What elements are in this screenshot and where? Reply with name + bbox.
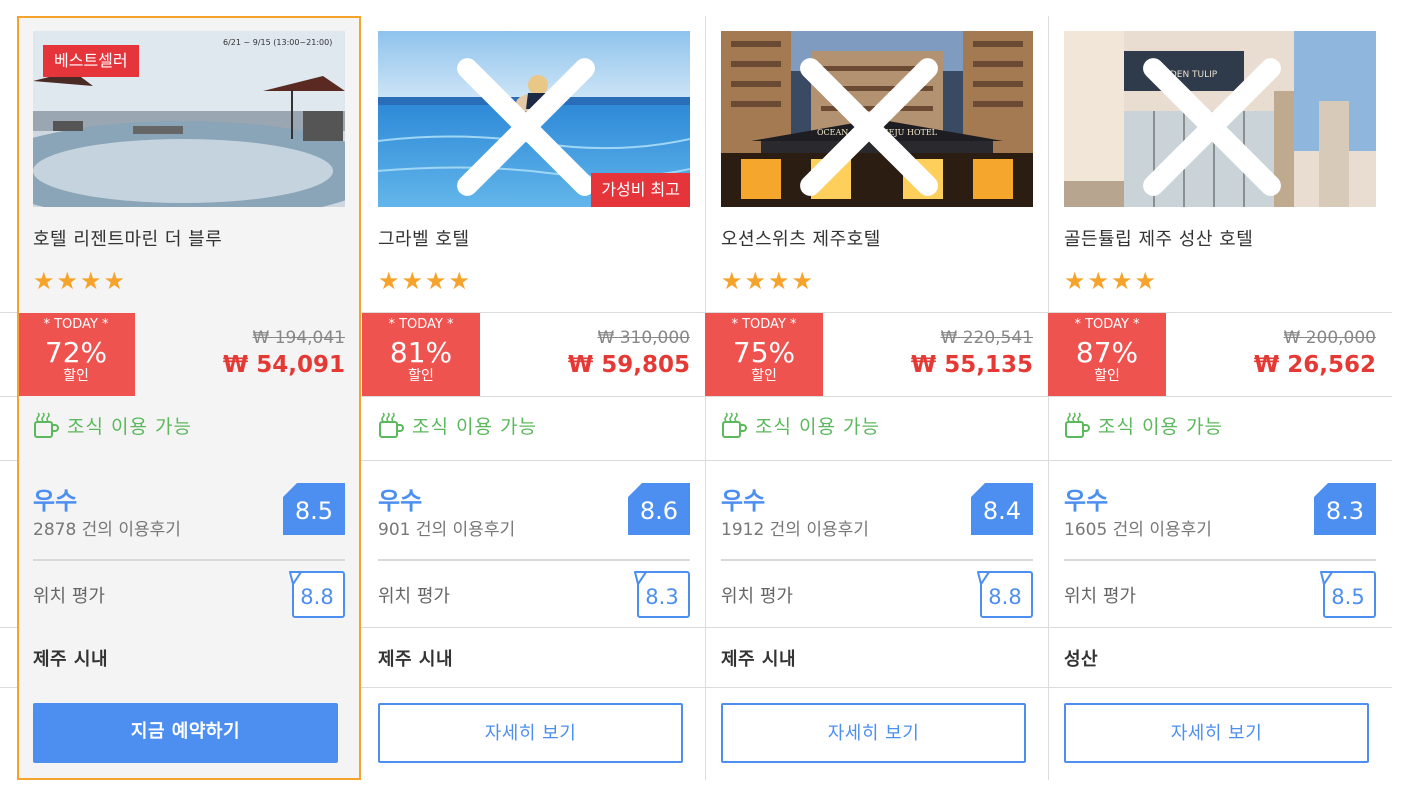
location-score: 8.8 xyxy=(988,585,1022,609)
hotel-area: 제주 시내 xyxy=(378,649,454,670)
hotel-photo[interactable]: 6/21 ~ 9/15 (13:00~21:00) 베스트셀러 xyxy=(33,31,345,207)
discount-box: * TODAY * 75% 할인 xyxy=(705,313,823,396)
book-now-button[interactable]: 지금 예약하기 xyxy=(33,703,338,763)
hotel-card[interactable]: OCEAN SUITES JEJU HOTEL 오션스위츠 제주호텔 ★★★★ … xyxy=(705,16,1049,780)
location-rating-label: 위치 평가 xyxy=(1064,586,1136,607)
original-price: ₩ 310,000 xyxy=(597,328,690,348)
coffee-cup-icon xyxy=(1065,412,1090,438)
view-details-button[interactable]: 자세히 보기 xyxy=(378,703,683,763)
close-icon[interactable] xyxy=(721,39,1025,207)
view-details-button[interactable]: 자세히 보기 xyxy=(721,703,1026,763)
original-price: ₩ 220,541 xyxy=(940,328,1033,348)
breakfast-label: 조식 이용 가능 xyxy=(755,415,880,438)
location-score-badge: 8.8 xyxy=(289,571,345,618)
discount-box: * TODAY * 81% 할인 xyxy=(362,313,480,396)
hotel-name[interactable]: 그라벨 호텔 xyxy=(378,225,470,251)
location-rating-label: 위치 평가 xyxy=(378,586,450,607)
breakfast-info: 조식 이용 가능 xyxy=(721,411,880,439)
star-rating: ★★★★ xyxy=(721,267,816,295)
review-score-badge: 8.5 xyxy=(283,483,345,535)
location-rating-label: 위치 평가 xyxy=(721,586,793,607)
today-label: * TODAY * xyxy=(1074,317,1140,332)
review-count[interactable]: 2878 건의 이용후기 xyxy=(33,515,181,540)
hotel-card[interactable]: GOLDEN TULIP 골든튤립 제주 성산 호텔 ★★★★ * TODAY … xyxy=(1048,16,1392,780)
discount-label: 할인 xyxy=(1094,368,1120,384)
sale-price: ₩ 26,562 xyxy=(1253,352,1376,378)
star-rating: ★★★★ xyxy=(33,267,128,295)
location-score-badge: 8.8 xyxy=(977,571,1033,618)
score-divider xyxy=(33,559,345,561)
discount-label: 할인 xyxy=(751,368,777,384)
coffee-cup-icon xyxy=(379,412,404,438)
star-rating: ★★★★ xyxy=(378,267,473,295)
hotel-area: 제주 시내 xyxy=(721,649,797,670)
location-score-badge: 8.3 xyxy=(634,571,690,618)
hotel-comparison: 6/21 ~ 9/15 (13:00~21:00) 베스트셀러 호텔 리젠트마린… xyxy=(0,0,1392,799)
today-label: * TODAY * xyxy=(388,317,454,332)
sale-price: ₩ 59,805 xyxy=(567,352,690,378)
hotel-photo[interactable]: GOLDEN TULIP xyxy=(1064,31,1376,207)
hotel-photo[interactable]: OCEAN SUITES JEJU HOTEL xyxy=(721,31,1033,207)
review-count[interactable]: 1912 건의 이용후기 xyxy=(721,515,869,540)
score-divider xyxy=(1064,559,1376,561)
breakfast-info: 조식 이용 가능 xyxy=(378,411,537,439)
bestseller-badge: 베스트셀러 xyxy=(43,45,139,77)
hotel-area: 제주 시내 xyxy=(33,649,109,670)
review-score-badge: 8.3 xyxy=(1314,483,1376,535)
review-count[interactable]: 1605 건의 이용후기 xyxy=(1064,515,1212,540)
location-score: 8.5 xyxy=(1331,585,1365,609)
discount-label: 할인 xyxy=(63,368,89,384)
review-grade: 우수 xyxy=(378,487,423,515)
location-score: 8.8 xyxy=(300,585,334,609)
hotel-card[interactable]: 가성비 최고 그라벨 호텔 ★★★★ * TODAY * 81% 할인 ₩ 31… xyxy=(362,16,706,780)
photo-caption: 6/21 ~ 9/15 (13:00~21:00) xyxy=(223,38,332,47)
hotel-name[interactable]: 호텔 리젠트마린 더 블루 xyxy=(33,225,222,251)
review-grade: 우수 xyxy=(33,487,78,515)
review-score-badge: 8.6 xyxy=(628,483,690,535)
review-grade: 우수 xyxy=(1064,487,1109,515)
view-details-button[interactable]: 자세히 보기 xyxy=(1064,703,1369,763)
location-score: 8.3 xyxy=(645,585,679,609)
hotel-card[interactable]: 6/21 ~ 9/15 (13:00~21:00) 베스트셀러 호텔 리젠트마린… xyxy=(17,16,361,780)
discount-percent: 81% xyxy=(389,336,453,369)
discount-percent: 75% xyxy=(732,336,796,369)
sale-price: ₩ 55,135 xyxy=(910,352,1033,378)
hotel-photo[interactable]: 가성비 최고 xyxy=(378,31,690,207)
review-grade: 우수 xyxy=(721,487,766,515)
hotel-area: 성산 xyxy=(1064,649,1099,670)
breakfast-info: 조식 이용 가능 xyxy=(33,411,192,439)
breakfast-label: 조식 이용 가능 xyxy=(67,415,192,438)
today-label: * TODAY * xyxy=(731,317,797,332)
review-score-badge: 8.4 xyxy=(971,483,1033,535)
review-count[interactable]: 901 건의 이용후기 xyxy=(378,515,515,540)
hotel-name[interactable]: 오션스위츠 제주호텔 xyxy=(721,225,881,251)
breakfast-info: 조식 이용 가능 xyxy=(1064,411,1223,439)
hotel-name[interactable]: 골든튤립 제주 성산 호텔 xyxy=(1064,225,1253,251)
original-price: ₩ 200,000 xyxy=(1283,328,1376,348)
coffee-cup-icon xyxy=(722,412,747,438)
sale-price: ₩ 54,091 xyxy=(222,352,345,378)
location-score-badge: 8.5 xyxy=(1320,571,1376,618)
today-label: * TODAY * xyxy=(43,317,109,332)
breakfast-label: 조식 이용 가능 xyxy=(412,415,537,438)
breakfast-label: 조식 이용 가능 xyxy=(1098,415,1223,438)
coffee-cup-icon xyxy=(34,412,59,438)
score-divider xyxy=(721,559,1033,561)
discount-percent: 87% xyxy=(1075,336,1139,369)
discount-percent: 72% xyxy=(44,336,108,369)
location-rating-label: 위치 평가 xyxy=(33,586,105,607)
close-icon[interactable] xyxy=(1064,39,1368,207)
original-price: ₩ 194,041 xyxy=(252,328,345,348)
discount-box: * TODAY * 87% 할인 xyxy=(1048,313,1166,396)
best-value-badge: 가성비 최고 xyxy=(591,173,690,207)
star-rating: ★★★★ xyxy=(1064,267,1159,295)
score-divider xyxy=(378,559,690,561)
discount-box: * TODAY * 72% 할인 xyxy=(17,313,135,396)
discount-label: 할인 xyxy=(408,368,434,384)
